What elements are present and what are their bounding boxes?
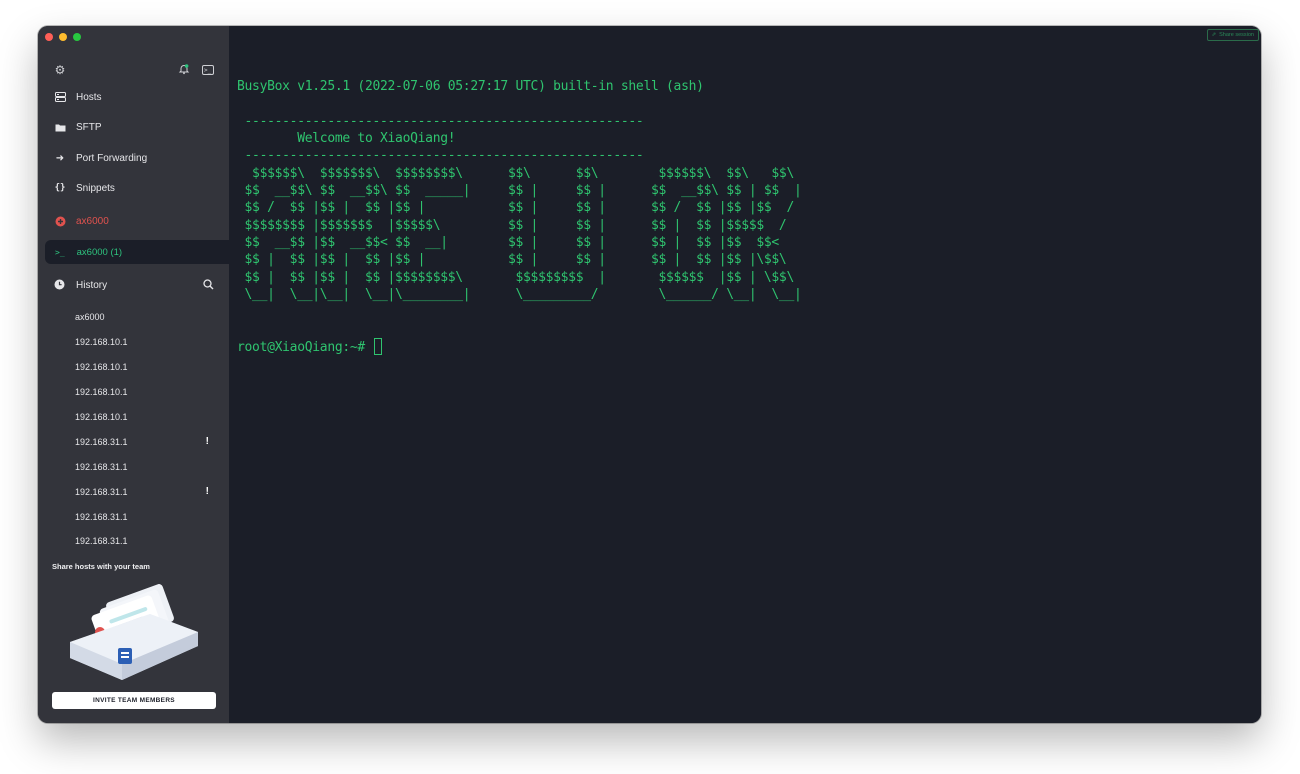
sidebar-item-label: Snippets: [76, 182, 115, 194]
history-item[interactable]: 192.168.31.1: [38, 529, 229, 554]
history-item[interactable]: 192.168.31.1: [38, 454, 229, 479]
history-item[interactable]: 192.168.31.1: [38, 504, 229, 529]
history-item-label: 192.168.31.1: [75, 511, 128, 522]
terminal-line: $$ __$$\ $$ __$$\ $$ _____| $$ | $$ | $$…: [237, 183, 802, 199]
share-session-button[interactable]: ⇗ Share session: [1206, 29, 1259, 41]
sidebar-item-label: Port Forwarding: [76, 152, 148, 164]
terminal-line: \__| \__|\__| \__|\________| \_________/…: [237, 287, 802, 303]
host-badge-icon: [54, 216, 66, 227]
terminal-output: BusyBox v1.25.1 (2022-07-06 05:27:17 UTC…: [237, 78, 802, 357]
sidebar-item-session-ax6000[interactable]: ax6000: [38, 210, 229, 232]
terminal-line: $$$$$$\ $$$$$$$\ $$$$$$$$\ $$\ $$\ $$$$$…: [237, 165, 794, 181]
team-hosts-illustration: [66, 584, 206, 684]
history-item[interactable]: 192.168.10.1: [38, 405, 229, 430]
sidebar-item-hosts[interactable]: Hosts: [38, 86, 229, 108]
terminal-line: Welcome to XiaoQiang!: [237, 131, 456, 147]
terminal-line: $$$$$$$$ |$$$$$$$ |$$$$$\ $$ | $$ | $$ |…: [237, 217, 787, 233]
bell-icon[interactable]: [178, 63, 190, 75]
history-item-label: 192.168.10.1: [75, 337, 128, 348]
close-window-button[interactable]: [45, 33, 53, 41]
history-list: ax6000 192.168.10.1 192.168.10.1 192.168.10…: [38, 305, 229, 554]
app-window: ⚙ >_ Hosts SFTP ➜ Port Forwarding {} Sni…: [38, 26, 1261, 723]
history-item-label: ax6000: [75, 312, 105, 323]
minimize-window-button[interactable]: [59, 33, 67, 41]
tab-label: ax6000 (1): [76, 246, 123, 258]
terminal-prompt-line: root@XiaoQiang:~#: [237, 338, 802, 356]
share-hosts-title: Share hosts with your team: [52, 562, 150, 571]
folder-icon: [54, 123, 66, 132]
zoom-window-button[interactable]: [73, 33, 81, 41]
history-item-label: 192.168.31.1: [75, 536, 128, 547]
history-item[interactable]: 192.168.10.1: [38, 330, 229, 355]
sidebar-item-label: SFTP: [76, 121, 102, 133]
clock-icon: [54, 279, 66, 291]
session-label: ax6000: [76, 215, 109, 227]
history-item[interactable]: 192.168.10.1: [38, 355, 229, 380]
sidebar: ⚙ >_ Hosts SFTP ➜ Port Forwarding {} Sni…: [38, 26, 229, 723]
search-icon[interactable]: [203, 279, 215, 291]
history-item-label: 192.168.31.1: [75, 461, 128, 472]
terminal-cursor[interactable]: [373, 338, 382, 356]
warning-icon: !: [205, 486, 209, 498]
terminal-line: BusyBox v1.25.1 (2022-07-06 05:27:17 UTC…: [237, 79, 704, 94]
sidebar-item-label: Hosts: [76, 91, 102, 103]
warning-icon: !: [205, 436, 209, 448]
history-item[interactable]: 192.168.31.1!: [38, 429, 229, 454]
history-item-label: 192.168.10.1: [75, 412, 128, 422]
terminal-prompt: root@XiaoQiang:~#: [237, 340, 365, 356]
history-item-label: 192.168.10.1: [75, 387, 128, 398]
invite-team-members-button[interactable]: INVITE TEAM MEMBERS: [52, 692, 216, 709]
history-item[interactable]: 192.168.10.1: [38, 380, 229, 405]
sidebar-item-snippets[interactable]: {} Snippets: [38, 177, 229, 199]
braces-icon: {}: [54, 183, 66, 193]
forward-arrow-icon: ➜: [55, 152, 65, 164]
sidebar-item-sftp[interactable]: SFTP: [38, 116, 229, 138]
history-item-label: 192.168.31.1: [75, 436, 128, 447]
history-item-label: 192.168.10.1: [75, 362, 128, 373]
prompt-icon: >_: [55, 247, 65, 257]
share-icon: ⇗: [1211, 32, 1217, 38]
sidebar-top-toolbar: ⚙ >_: [38, 64, 229, 78]
terminal-icon[interactable]: >_: [202, 65, 214, 75]
share-session-label: Share session: [1219, 32, 1254, 38]
sidebar-item-port-forwarding[interactable]: ➜ Port Forwarding: [38, 147, 229, 169]
hosts-icon: [54, 92, 66, 102]
terminal-line: $$ | $$ |$$ | $$ |$$$$$$$$\ $$$$$$$$$ | …: [237, 269, 795, 285]
terminal-line: ----------------------------------------…: [237, 113, 644, 129]
history-header: History: [38, 274, 229, 296]
history-item[interactable]: 192.168.31.1!: [38, 479, 229, 504]
terminal-line: $$ / $$ |$$ | $$ |$$ | $$ | $$ | $$ / $$…: [237, 200, 795, 216]
gear-icon[interactable]: ⚙: [54, 64, 66, 76]
traffic-lights: [45, 33, 81, 41]
tab-ax6000-1[interactable]: >_ ax6000 (1): [45, 240, 229, 264]
history-title: History: [76, 279, 108, 291]
terminal-line: $$ | $$ |$$ | $$ |$$ | $$ | $$ | $$ | $$…: [237, 252, 787, 268]
history-item[interactable]: ax6000: [38, 305, 229, 330]
terminal-line: ----------------------------------------…: [237, 148, 644, 164]
terminal-line: $$ __$$ |$$ __$$< $$ __| $$ | $$ | $$ | …: [237, 235, 780, 251]
history-item-label: 192.168.31.1: [75, 486, 128, 497]
terminal-pane[interactable]: ⇗ Share session BusyBox v1.25.1 (2022-07…: [229, 26, 1261, 723]
